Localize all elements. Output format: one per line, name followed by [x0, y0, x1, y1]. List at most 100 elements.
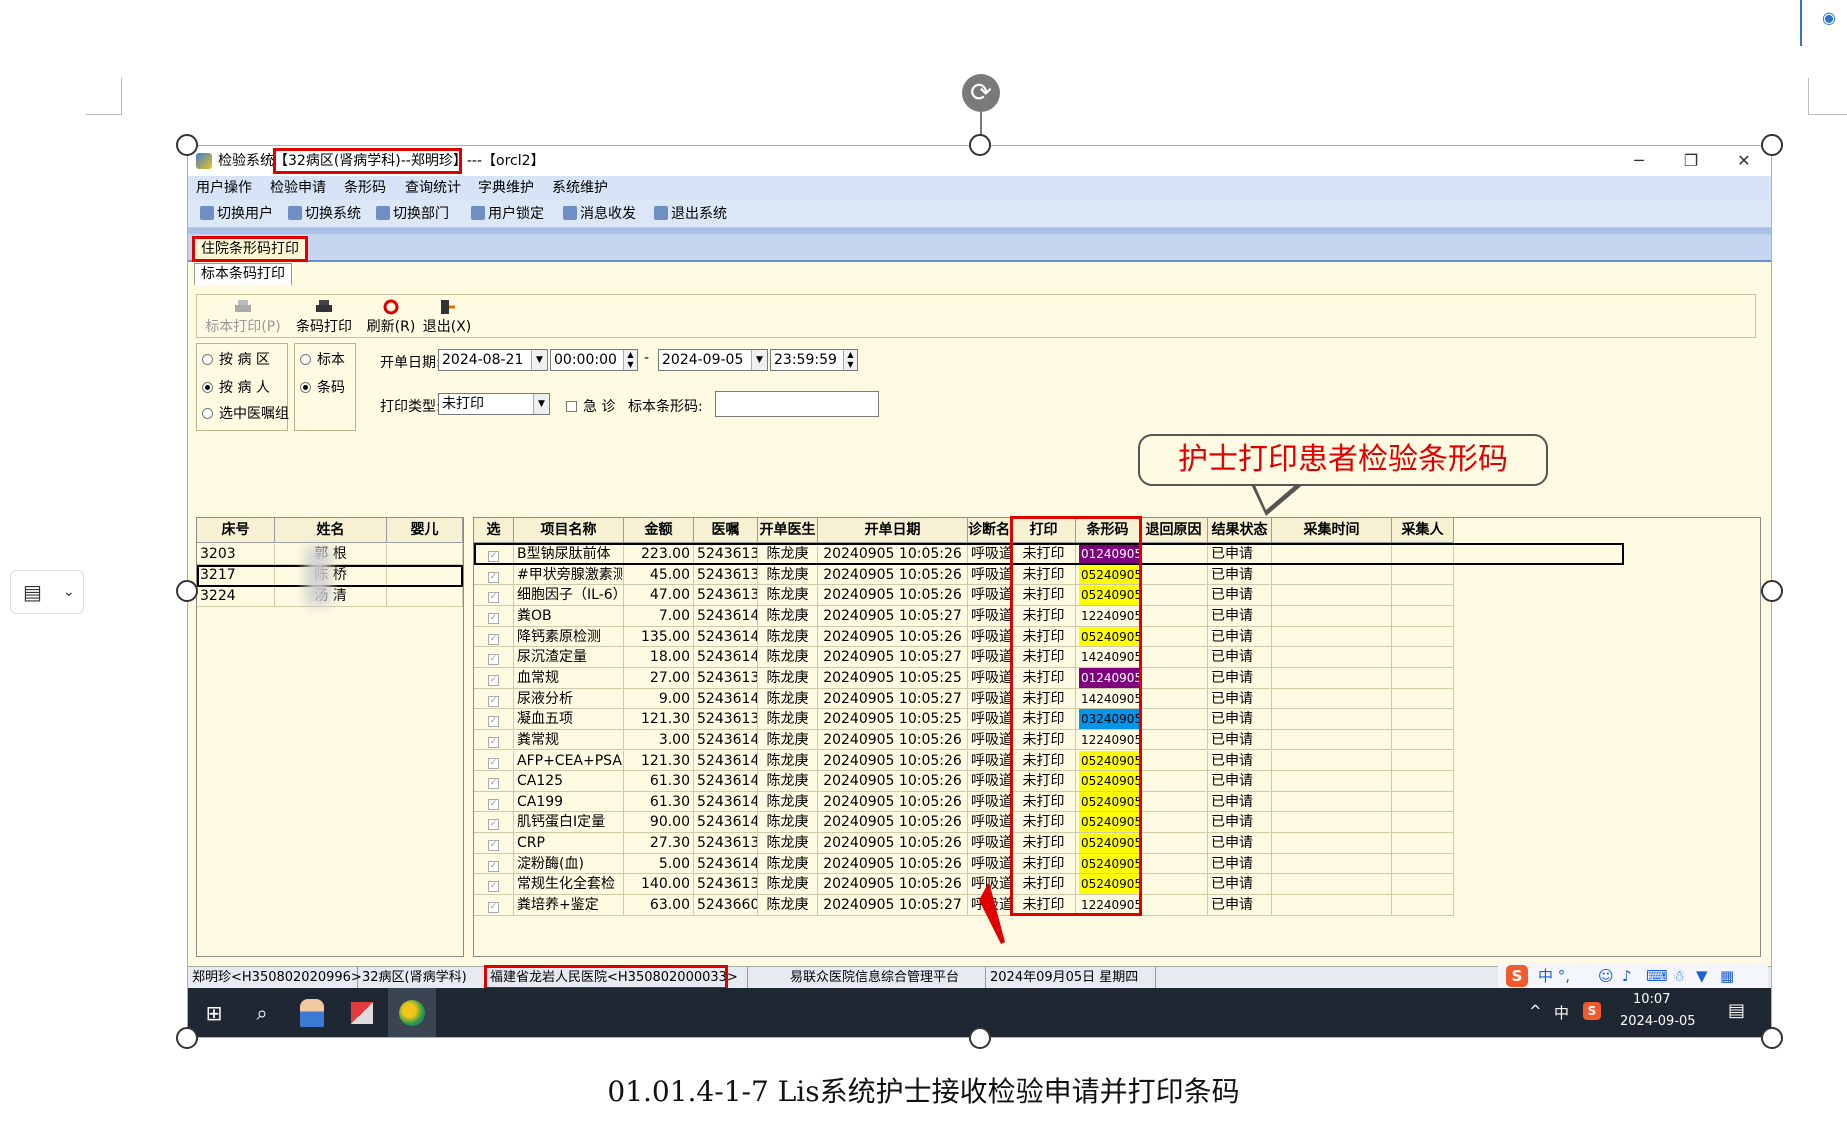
select-cell[interactable]: ✓	[474, 771, 514, 792]
menu-item[interactable]: 系统维护	[552, 176, 608, 200]
bed-cell[interactable]: 3224	[197, 586, 275, 607]
refresh-button[interactable]: 刷新(R)	[365, 297, 417, 335]
resize-handle[interactable]	[1761, 1027, 1783, 1049]
clock-time[interactable]: 10:07	[1633, 992, 1670, 1007]
baby-cell[interactable]	[387, 544, 463, 565]
date-from-picker[interactable]: 2024-08-21 ▼	[438, 349, 548, 371]
rotate-handle-icon[interactable]: ⟳	[962, 74, 1000, 112]
menu-item[interactable]: 用户操作	[196, 176, 252, 200]
print-type-select[interactable]: 未打印 ▼	[438, 393, 550, 415]
messages-button[interactable]: 消息收发	[563, 200, 636, 228]
select-cell[interactable]: ✓	[474, 688, 514, 710]
radio-by-ward[interactable]: 按 病 区	[202, 349, 270, 369]
tray-chevron-icon[interactable]: ^	[1529, 1002, 1542, 1020]
select-cell[interactable]: ✓	[474, 750, 514, 772]
row-checkbox[interactable]: ✓	[488, 654, 499, 666]
select-cell[interactable]: ✓	[474, 791, 514, 813]
resize-handle[interactable]	[969, 1027, 991, 1049]
resize-handle[interactable]	[969, 134, 991, 156]
windows-start-icon[interactable]: ⊞	[190, 988, 238, 1037]
select-cell[interactable]: ✓	[474, 605, 514, 627]
print-sample-button[interactable]: 标本打印(P)	[203, 297, 283, 335]
cube-app-icon[interactable]	[338, 988, 386, 1037]
bed-cell[interactable]: 3203	[197, 544, 275, 565]
radio-sample[interactable]: 标本	[300, 349, 345, 369]
notification-icon[interactable]: ▤	[1728, 1000, 1745, 1021]
resize-handle[interactable]	[176, 134, 198, 156]
column-header[interactable]: 项目名称	[514, 518, 624, 543]
column-header[interactable]: 结果状态	[1208, 518, 1272, 543]
name-cell[interactable]: 郭 根	[275, 544, 387, 565]
lock-user-button[interactable]: 用户锁定	[471, 200, 544, 228]
exit-system-button[interactable]: 退出系统	[654, 200, 727, 228]
menu-item[interactable]: 检验申请	[270, 176, 326, 200]
column-header[interactable]: 婴儿	[387, 518, 463, 543]
row-checkbox[interactable]: ✓	[488, 633, 499, 645]
switch-dept-button[interactable]: 切换部门	[376, 200, 449, 228]
row-checkbox[interactable]: ✓	[488, 860, 499, 872]
restore-button[interactable]: ❐	[1665, 146, 1717, 176]
column-header[interactable]: 医嘱	[694, 518, 758, 543]
tray-sogou-icon[interactable]: S	[1583, 1002, 1601, 1020]
row-checkbox[interactable]: ✓	[488, 674, 499, 686]
name-cell[interactable]: 汤 清	[275, 586, 387, 607]
row-checkbox[interactable]: ✓	[488, 902, 499, 914]
select-cell[interactable]: ✓	[474, 564, 514, 586]
tab-sample-barcode[interactable]: 标本条码打印	[194, 263, 292, 285]
resize-handle[interactable]	[176, 580, 198, 602]
ime-toolbar[interactable]: S 中 °, ☺ ♪ ⌨ ☃ ▼ ▦	[1498, 963, 1768, 989]
menu-item[interactable]: 查询统计	[405, 176, 461, 200]
search-icon[interactable]: ⌕	[238, 988, 286, 1037]
lis-app-icon[interactable]	[388, 988, 436, 1037]
row-checkbox[interactable]: ✓	[488, 757, 499, 769]
clock-date[interactable]: 2024-09-05	[1620, 1014, 1696, 1029]
time-to-input[interactable]: 23:59:59 ▲ ▼	[770, 349, 858, 371]
column-header[interactable]: 诊断名称	[968, 518, 1012, 543]
row-checkbox[interactable]: ✓	[488, 881, 499, 893]
time-from-input[interactable]: 00:00:00 ▲ ▼	[550, 349, 638, 371]
select-cell[interactable]: ✓	[474, 895, 514, 916]
switch-user-button[interactable]: 切换用户	[200, 200, 273, 228]
doctor-app-icon[interactable]	[288, 988, 336, 1037]
resize-handle[interactable]	[1761, 134, 1783, 156]
row-checkbox[interactable]: ✓	[488, 695, 499, 707]
column-header[interactable]: 退回原因	[1140, 518, 1208, 543]
row-checkbox[interactable]: ✓	[488, 736, 499, 748]
resize-handle[interactable]	[176, 1027, 198, 1049]
row-checkbox[interactable]: ✓	[488, 778, 499, 790]
select-cell[interactable]: ✓	[474, 667, 514, 689]
select-cell[interactable]: ✓	[474, 647, 514, 668]
tray-lang[interactable]: 中	[1554, 1002, 1569, 1023]
date-to-picker[interactable]: 2024-09-05 ▼	[658, 349, 768, 371]
row-checkbox[interactable]: ✓	[488, 571, 499, 583]
column-header[interactable]: 金额	[624, 518, 694, 543]
row-checkbox[interactable]: ✓	[488, 819, 499, 831]
layout-options-widget[interactable]: ▤ ⌄	[10, 570, 84, 614]
column-header[interactable]: 开单日期	[818, 518, 968, 543]
select-cell[interactable]: ✓	[474, 833, 514, 854]
resize-handle[interactable]	[1761, 580, 1783, 602]
column-header[interactable]: 床号	[197, 518, 275, 543]
column-header[interactable]: 开单医生	[758, 518, 818, 543]
menu-item[interactable]: 字典维护	[478, 176, 534, 200]
radio-selected-group[interactable]: 选中医嘱组	[202, 403, 289, 423]
radio-barcode[interactable]: 条码	[300, 377, 345, 397]
row-checkbox[interactable]: ✓	[488, 798, 499, 810]
urgent-checkbox[interactable]: 急 诊	[566, 396, 615, 416]
row-checkbox[interactable]: ✓	[488, 840, 499, 852]
select-cell[interactable]: ✓	[474, 626, 514, 648]
select-cell[interactable]: ✓	[474, 874, 514, 896]
row-checkbox[interactable]: ✓	[488, 592, 499, 604]
column-header[interactable]: 选	[474, 518, 514, 543]
location-icon[interactable]: ◉	[1822, 8, 1836, 27]
select-cell[interactable]: ✓	[474, 585, 514, 606]
exit-button[interactable]: 退出(X)	[421, 297, 473, 335]
barcode-input[interactable]	[715, 391, 879, 417]
select-cell[interactable]: ✓	[474, 729, 514, 751]
select-cell[interactable]: ✓	[474, 812, 514, 834]
switch-system-button[interactable]: 切换系统	[288, 200, 361, 228]
tab-inpatient-barcode[interactable]: 住院条形码打印	[192, 236, 308, 262]
column-header[interactable]: 采集人	[1392, 518, 1454, 543]
row-checkbox[interactable]: ✓	[488, 716, 499, 728]
minimize-button[interactable]: ─	[1613, 146, 1665, 176]
